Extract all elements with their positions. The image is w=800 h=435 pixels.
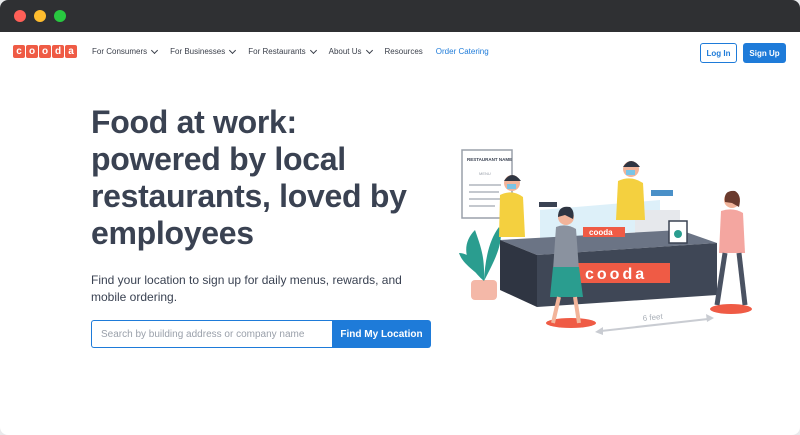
counter-sign-text: cooda [585,266,647,283]
distance-arrow-head-left [595,327,603,335]
nav-item-label: For Restaurants [248,47,306,56]
nav-item-about-us[interactable]: About Us [328,46,373,56]
customer-right-leg [736,252,748,306]
logo-letter: o [39,45,51,58]
nav-item-label: For Consumers [92,47,148,56]
hero-illustration: 6 feet RESTAURANT NAME MENU cooda cooda [459,149,752,335]
window-titlebar [0,0,800,32]
chevron-down-icon [229,46,237,54]
customer-right-body [719,209,745,253]
cooda-logo[interactable]: c o o d a [13,45,77,58]
customer-left-body [553,225,579,270]
close-window-button[interactable] [14,10,26,22]
nav-item-order-catering[interactable]: Order Catering [436,47,489,56]
logo-letter: o [26,45,38,58]
menu-board-title: RESTAURANT NAME [467,157,512,162]
logo-letter: a [65,45,77,58]
nav-item-label: Order Catering [435,47,489,56]
logo-letter: c [13,45,25,58]
distance-marker-right [710,304,752,314]
signup-button[interactable]: Sign Up [743,43,786,63]
customer-left-skirt [550,267,583,297]
menu-board-subtitle: MENU [479,171,491,176]
chevron-down-icon [309,46,317,54]
top-navigation: c o o d a For Consumers For Businesses F… [0,32,800,74]
worker-right-mask [626,170,635,175]
worker-right-cap [623,161,640,167]
worker-left-body [499,192,525,237]
nav-item-label: Resources [384,47,423,56]
worker-right-body [616,178,645,220]
minimize-window-button[interactable] [34,10,46,22]
plant-leaves [459,227,501,281]
distance-arrow-head-right [706,314,714,322]
counter-sign-small-text: cooda [589,228,613,237]
nav-item-label: For Businesses [170,47,226,56]
distance-label: 6 feet [642,312,664,323]
chevron-down-icon [151,46,159,54]
logo-letter: d [52,45,64,58]
nav-item-for-businesses[interactable]: For Businesses [170,46,237,56]
headline-line: Food at work: [91,104,297,140]
nav-item-for-consumers[interactable]: For Consumers [92,46,159,56]
location-search: Find My Location [91,320,431,348]
terminal-badge [674,230,682,238]
worker-right-tray [651,190,673,196]
browser-window: c o o d a For Consumers For Businesses F… [0,0,800,435]
hero-headline: Food at work: powered by local restauran… [91,104,451,252]
headline-line: employees [91,215,254,251]
headline-line: restaurants, loved by [91,178,407,214]
worker-left-mask [507,184,516,189]
nav-item-label: About Us [328,47,362,56]
location-search-input[interactable] [91,320,332,348]
nav-item-resources[interactable]: Resources [385,47,423,56]
hero-subtext: Find your location to sign up for daily … [91,273,402,304]
chevron-down-icon [365,46,373,54]
headline-line: powered by local [91,141,346,177]
customer-right-leg [714,252,728,306]
nav-menu: For Consumers For Businesses For Restaur… [92,46,502,56]
nav-item-for-restaurants[interactable]: For Restaurants [248,46,317,56]
maximize-window-button[interactable] [54,10,66,22]
worker-left-tray [539,202,557,207]
find-location-button[interactable]: Find My Location [332,320,431,348]
login-button[interactable]: Log In [700,43,737,63]
plant-pot [471,280,497,300]
